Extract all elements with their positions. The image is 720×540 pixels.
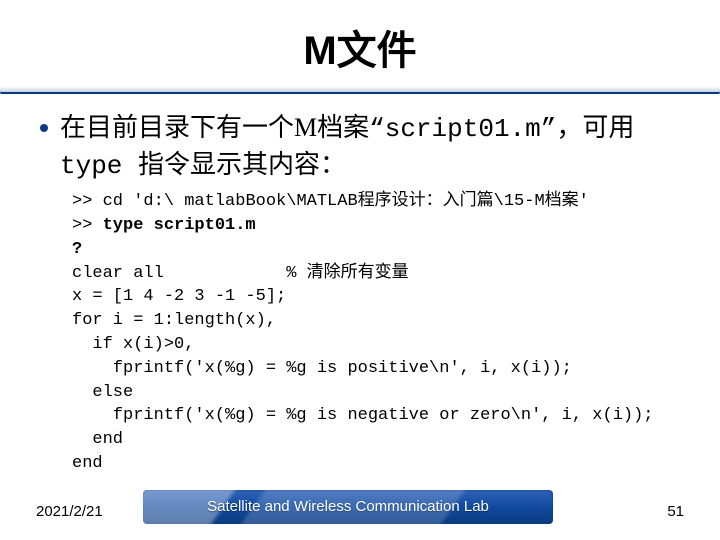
- code-l06: for i = 1:length(x),: [72, 311, 276, 330]
- code-l11: end: [72, 430, 123, 449]
- code-l12: end: [72, 454, 103, 473]
- title-underline: [0, 86, 720, 94]
- footer-banner: Satellite and Wireless Communication Lab: [143, 490, 553, 524]
- slide: M文件 在目前目录下有一个M档案“script01.m”，可用 type 指令显…: [0, 0, 720, 540]
- bullet-dot-icon: [40, 124, 48, 132]
- code-l07: if x(i)>0,: [72, 335, 194, 354]
- body: 在目前目录下有一个M档案“script01.m”，可用 type 指令显示其内容…: [0, 94, 720, 476]
- bullet-line1-suffix: ，可用: [556, 113, 634, 142]
- slide-title: M文件: [299, 18, 420, 82]
- footer-lab: Satellite and Wireless Communication Lab: [143, 490, 553, 524]
- code-l05: x = [1 4 -2 3 -1 -5];: [72, 287, 286, 306]
- code-l04: clear all % 清除所有变量: [72, 264, 409, 283]
- bullet-line1-quoted: “script01.m”: [369, 114, 556, 144]
- bullet-text: 在目前目录下有一个M档案“script01.m”，可用 type 指令显示其内容…: [60, 110, 634, 184]
- code-l03: ?: [72, 240, 82, 259]
- code-l08: fprintf('x(%g) = %g is positive\n', i, x…: [72, 359, 572, 378]
- code-l01b: d:\ matlabBook\MATLAB程序设计：入门篇\15-M档案': [143, 192, 588, 211]
- title-area: M文件: [0, 0, 720, 94]
- footer-page-number: 51: [667, 503, 684, 520]
- code-l09: else: [72, 383, 133, 402]
- code-l02a: >>: [72, 216, 103, 235]
- code-block: >> cd 'd:\ matlabBook\MATLAB程序设计：入门篇\15-…: [72, 190, 680, 476]
- code-l02b: type script01.m: [103, 216, 256, 235]
- code-l01a: >> cd ': [72, 192, 143, 211]
- bullet-row: 在目前目录下有一个M档案“script01.m”，可用 type 指令显示其内容…: [40, 110, 680, 184]
- bullet-line1-prefix: 在目前目录下有一个M档案: [60, 113, 369, 142]
- code-l10: fprintf('x(%g) = %g is negative or zero\…: [72, 406, 654, 425]
- footer-date: 2021/2/21: [36, 503, 103, 520]
- bullet-line2: type 指令显示其内容：: [60, 151, 346, 181]
